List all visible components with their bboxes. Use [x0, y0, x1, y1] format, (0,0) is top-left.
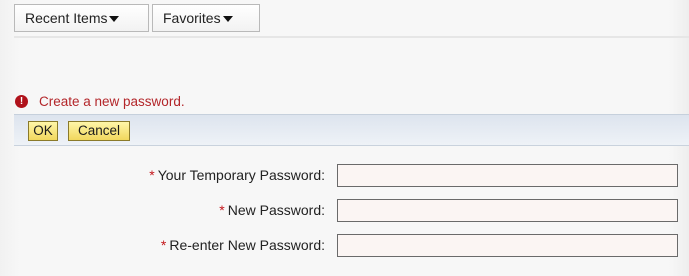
- required-marker: *: [160, 237, 167, 253]
- error-message-text: Create a new password.: [39, 94, 185, 109]
- new-password-row: * New Password:: [0, 199, 689, 223]
- new-password-label-text: New Password:: [227, 202, 325, 218]
- error-message: ! Create a new password.: [15, 94, 185, 109]
- favorites-menu[interactable]: Favorites: [152, 4, 260, 32]
- recent-items-menu[interactable]: Recent Items: [14, 4, 149, 32]
- caret-down-icon: [222, 15, 233, 22]
- page: Recent Items Favorites ! Create a new pa…: [0, 0, 689, 276]
- required-marker: *: [149, 167, 155, 183]
- required-marker: *: [219, 202, 225, 218]
- reenter-password-row: * Re-enter New Password:: [0, 234, 689, 258]
- temporary-password-label-text: Your Temporary Password:: [157, 167, 325, 183]
- reenter-password-label-text: Re-enter New Password:: [169, 237, 325, 253]
- top-navigation: Recent Items Favorites: [14, 4, 263, 36]
- error-icon: !: [15, 95, 28, 108]
- action-bar: OK Cancel: [14, 114, 689, 146]
- new-password-input[interactable]: [337, 199, 678, 222]
- recent-items-label: Recent Items: [25, 10, 108, 26]
- reenter-password-input[interactable]: [337, 234, 678, 257]
- favorites-label: Favorites: [163, 10, 221, 26]
- temporary-password-row: * Your Temporary Password:: [0, 164, 689, 188]
- new-password-label: * New Password:: [219, 202, 325, 218]
- nav-divider: [14, 36, 689, 38]
- ok-button[interactable]: OK: [28, 121, 58, 141]
- temporary-password-label: * Your Temporary Password:: [149, 167, 325, 183]
- temporary-password-input[interactable]: [337, 164, 678, 187]
- reenter-password-label: * Re-enter New Password:: [161, 237, 325, 253]
- cancel-button[interactable]: Cancel: [68, 121, 130, 141]
- caret-down-icon: [109, 15, 120, 22]
